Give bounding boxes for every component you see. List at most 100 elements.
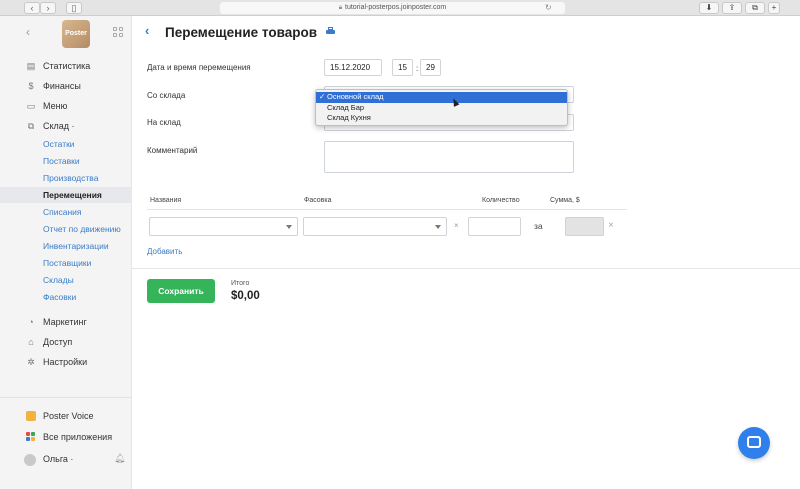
sidebar-subitem-label: Склады <box>43 275 74 285</box>
sidebar-header: ‹ Poster <box>0 16 132 54</box>
sidebar-item-access[interactable]: ⌂ Доступ <box>0 334 132 350</box>
chevron-down-icon <box>286 225 292 229</box>
dropdown-option-bar[interactable]: Склад Бар <box>316 103 567 114</box>
sum-field <box>565 217 604 236</box>
sidebar-subitem-label: Отчет по движению <box>43 224 121 234</box>
lock-icon: ⌂ <box>28 337 34 347</box>
sidebar-item-label: Статистика <box>43 61 91 71</box>
remove-row-icon[interactable]: × <box>608 220 614 231</box>
apps-grid-icon[interactable] <box>113 27 123 37</box>
sidebar-subitem-label: Производства <box>43 173 99 183</box>
sidebar-subitem-writeoffs[interactable]: Списания <box>0 204 132 220</box>
sidebar-subitem-label: Перемещения <box>43 190 102 200</box>
avatar <box>24 454 36 466</box>
dropdown-option-kitchen[interactable]: Склад Кухня <box>316 113 567 124</box>
browser-back-button[interactable]: ‹ <box>24 2 40 14</box>
sidebar-item-menu[interactable]: ▭ Меню <box>0 98 132 114</box>
sidebar-item-label: Доступ <box>43 337 73 347</box>
sidebar-subitem-stock[interactable]: Остатки <box>0 136 132 152</box>
column-header-pack: Фасовка <box>304 197 332 204</box>
share-icon[interactable]: ⇪ <box>722 2 742 14</box>
total-label: Итого <box>231 280 250 287</box>
marketing-icon: ◔ <box>28 317 34 327</box>
sidebar-subitem-production[interactable]: Производства <box>0 170 132 186</box>
browser-forward-button[interactable]: › <box>40 2 56 14</box>
za-label: за <box>534 221 543 231</box>
sidebar-item-all-apps[interactable]: Все приложения <box>0 429 132 445</box>
sidebar-subitem-transfers[interactable]: Перемещения <box>0 187 132 203</box>
sidebar-subitem-movement-report[interactable]: Отчет по движению <box>0 221 132 237</box>
download-icon[interactable]: ⬇ <box>699 2 719 14</box>
menu-icon: ▭ <box>26 101 36 111</box>
sidebar-subitem-label: Списания <box>43 207 82 217</box>
url-text: tutorial-posterpos.joinposter.com <box>345 4 447 11</box>
column-header-qty: Количество <box>482 197 520 204</box>
address-bar[interactable]: 🔒︎ tutorial-posterpos.joinposter.com <box>220 2 565 14</box>
new-tab-icon[interactable]: + <box>768 2 780 14</box>
save-button[interactable]: Сохранить <box>147 279 215 303</box>
form-divider <box>132 268 800 269</box>
add-row-link[interactable]: Добавить <box>147 247 182 256</box>
lock-icon: 🔒︎ <box>338 5 343 11</box>
chat-button[interactable] <box>738 427 770 459</box>
chevron-down-icon <box>435 225 441 229</box>
product-select[interactable] <box>149 217 298 236</box>
sidebar-toggle-icon[interactable]: ▯ <box>66 2 82 14</box>
settings-icon: ✲ <box>27 357 35 367</box>
date-label: Дата и время перемещения <box>147 63 251 72</box>
sidebar-subitem-label: Фасовки <box>43 292 77 302</box>
user-name: Ольга · <box>43 454 74 464</box>
hour-input[interactable]: 15 <box>392 59 413 76</box>
dropdown-option-label: Основной склад <box>327 92 384 101</box>
comment-label: Комментарий <box>147 146 198 155</box>
multiply-icon: × <box>454 221 459 230</box>
main-content: ‹ Перемещение товаров Дата и время перем… <box>132 16 800 489</box>
page-header: ‹ Перемещение товаров <box>132 16 800 48</box>
sidebar-subitem-supplies[interactable]: Поставки <box>0 153 132 169</box>
pack-select[interactable] <box>303 217 447 236</box>
sidebar-item-label: Маркетинг <box>43 317 87 327</box>
sidebar-item-poster-voice[interactable]: Poster Voice <box>0 408 132 424</box>
sidebar-item-marketing[interactable]: ◔ Маркетинг <box>0 314 132 330</box>
sidebar-subitem-inventory[interactable]: Инвентаризации <box>0 238 132 254</box>
sidebar-subitem-warehouses[interactable]: Склады <box>0 272 132 288</box>
time-separator: : <box>416 64 419 73</box>
dropdown-option-label: Склад Бар <box>327 102 365 112</box>
reload-icon[interactable]: ↻ <box>545 2 552 14</box>
sidebar-subitem-label: Инвентаризации <box>43 241 109 251</box>
warehouse-dropdown: ✓ Основной склад Склад Бар Склад Кухня <box>315 89 568 126</box>
back-arrow-icon[interactable]: ‹ <box>145 23 149 38</box>
apps-icon <box>26 432 36 442</box>
to-warehouse-label: На склад <box>147 118 181 127</box>
sidebar-item-finance[interactable]: $ Финансы <box>0 78 132 94</box>
sidebar-item-label: Poster Voice <box>43 411 94 421</box>
sidebar: ‹ Poster ▤ Статистика $ Финансы ▭ Меню ⧉… <box>0 16 132 489</box>
total-value: $0,00 <box>231 290 260 302</box>
collapse-sidebar-icon[interactable]: ‹ <box>26 25 30 39</box>
chart-icon: ▤ <box>26 61 36 71</box>
sidebar-subitem-suppliers[interactable]: Поставщики <box>0 255 132 271</box>
poster-voice-icon <box>26 411 36 421</box>
date-input[interactable]: 15.12.2020 <box>324 59 382 76</box>
sidebar-item-warehouse[interactable]: ⧉ Склад · <box>0 118 132 134</box>
sidebar-item-label: Финансы <box>43 81 81 91</box>
column-header-name: Названия <box>150 197 182 204</box>
user-menu[interactable]: Ольга · 🔔︎ <box>0 450 132 470</box>
bell-icon[interactable]: 🔔︎ <box>114 453 125 464</box>
sidebar-subitem-packaging[interactable]: Фасовки <box>0 289 132 305</box>
tabs-icon[interactable]: ⧉ <box>745 2 765 14</box>
browser-toolbar: ‹ › ▯ 🔒︎ tutorial-posterpos.joinposter.co… <box>0 0 800 16</box>
dropdown-option-label: Склад Кухня <box>327 113 371 122</box>
dropdown-option-main[interactable]: ✓ Основной склад <box>316 92 567 103</box>
minute-input[interactable]: 29 <box>420 59 441 76</box>
sidebar-item-statistics[interactable]: ▤ Статистика <box>0 58 132 74</box>
print-icon[interactable] <box>326 27 335 35</box>
page-title: Перемещение товаров <box>165 25 317 40</box>
sidebar-subitem-label: Поставки <box>43 156 80 166</box>
sidebar-item-label: Меню <box>43 101 68 111</box>
sidebar-item-settings[interactable]: ✲ Настройки <box>0 354 132 370</box>
sidebar-subitem-label: Поставщики <box>43 258 92 268</box>
sidebar-item-label: Склад · <box>43 121 75 131</box>
comment-textarea[interactable] <box>324 141 574 173</box>
quantity-input[interactable] <box>468 217 521 236</box>
